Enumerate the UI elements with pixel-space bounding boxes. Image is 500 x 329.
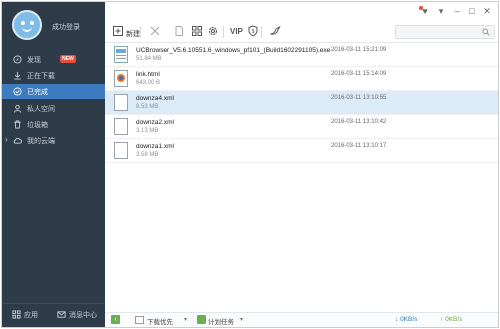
- download-option-icon[interactable]: [135, 316, 144, 324]
- html-file-icon: [114, 70, 128, 87]
- plan-task-label[interactable]: 计划任务: [208, 316, 234, 326]
- app-window: 成功登录 发现 NEW 正在下载 已完成 私人空间 垃圾箱 › 我的云端 应用 …: [1, 1, 499, 328]
- file-name: downza4.xml: [136, 95, 174, 102]
- trash-icon: [14, 120, 21, 129]
- sidebar-item-discover[interactable]: 发现 NEW: [2, 52, 105, 67]
- security-button[interactable]: $: [247, 25, 259, 39]
- sidebar-item-label: 垃圾箱: [27, 122, 48, 129]
- chevron-right-icon[interactable]: ›: [5, 135, 8, 144]
- file-name: downza2.xml: [136, 119, 174, 126]
- download-option-label[interactable]: 下载优先: [147, 316, 173, 326]
- file-row[interactable]: downza2.xml 3.13 MB 2016-03-11 13:10:42: [105, 115, 498, 139]
- close-button[interactable]: ✕: [482, 6, 492, 16]
- delete-button[interactable]: [149, 25, 161, 39]
- sidebar-item-label: 已完成: [27, 89, 48, 96]
- download-icon: [14, 71, 21, 80]
- svg-text:$: $: [252, 29, 255, 35]
- message-icon: [57, 311, 66, 318]
- xml-file-icon: [114, 142, 128, 159]
- file-row[interactable]: downza1.xml 3.58 MB 2016-03-11 13:10:17: [105, 139, 498, 163]
- message-center-label: 消息中心: [69, 312, 97, 319]
- window-controls: ♥ ▾ – □ ✕: [402, 6, 492, 18]
- sidebar-item-label: 发现: [27, 57, 41, 64]
- chevron-down-icon[interactable]: ▾: [184, 316, 187, 323]
- toolbar-divider: [140, 26, 141, 38]
- xml-file-icon: [114, 94, 128, 111]
- sidebar-item-label: 私人空间: [27, 106, 55, 113]
- file-list: UCBrowser_V5.6.10551.6_windows_pf101_(Bu…: [105, 43, 498, 163]
- sidebar-item-completed[interactable]: 已完成: [2, 84, 105, 99]
- compass-icon: [13, 55, 22, 64]
- new-task-button[interactable]: [112, 25, 124, 39]
- sidebar-item-label: 正在下载: [27, 73, 55, 80]
- cloud-icon: [13, 137, 22, 144]
- delete-icon: [150, 26, 160, 36]
- sidebar-item-private[interactable]: 私人空间: [2, 101, 105, 116]
- file-size: 643.00 B: [136, 80, 161, 86]
- menu-icon[interactable]: ▾: [436, 6, 446, 16]
- file-name: UCBrowser_V5.6.10551.6_windows_pf101_(Bu…: [136, 47, 331, 54]
- exe-file-icon: [114, 46, 128, 63]
- file-date: 2016-03-11 13:10:55: [331, 95, 387, 101]
- new-task-label[interactable]: 新建: [126, 29, 140, 39]
- xml-file-icon: [114, 118, 128, 135]
- file-size: 8.53 MB: [136, 104, 159, 110]
- file-row[interactable]: link.html 643.00 B 2016-03-11 15:14:09: [105, 67, 498, 91]
- speedup-button[interactable]: [269, 25, 281, 39]
- avatar[interactable]: [12, 10, 42, 40]
- apps-label: 应用: [24, 312, 38, 319]
- document-icon: [175, 26, 183, 36]
- download-speed-value: 0KB/s: [400, 316, 418, 323]
- sidebar-item-label: 我的云端: [27, 138, 55, 145]
- file-size: 3.58 MB: [136, 152, 159, 158]
- new-file-icon: [113, 26, 123, 36]
- toolbar-divider: [261, 26, 262, 38]
- download-speed: ↓ 0KB/s: [395, 316, 418, 323]
- file-size: 3.13 MB: [136, 128, 159, 134]
- sidebar-item-trash[interactable]: 垃圾箱: [2, 117, 105, 132]
- status-bar: ‹ 下载优先 ▾ 计划任务 ▾ ↓ 0KB/s ↑ 0KB/s: [105, 312, 498, 327]
- upload-speed: ↑ 0KB/s: [440, 316, 463, 323]
- bird-icon: [270, 25, 281, 35]
- open-file-button[interactable]: [173, 25, 185, 39]
- apps-icon: [12, 310, 21, 319]
- upload-speed-value: 0KB/s: [445, 316, 463, 323]
- toolbar-divider: [223, 26, 224, 38]
- shield-icon: $: [248, 25, 258, 37]
- person-icon: [13, 104, 22, 113]
- new-badge: NEW: [60, 55, 76, 63]
- search-icon[interactable]: [482, 28, 490, 36]
- toolbar: 新建 VIP $: [105, 21, 498, 43]
- gear-icon: [208, 26, 218, 36]
- sidebar-footer: 应用 消息中心: [2, 303, 105, 327]
- file-size: 51.84 MB: [136, 56, 162, 62]
- file-date: 2016-03-11 13:10:42: [331, 119, 387, 125]
- minimize-button[interactable]: –: [452, 6, 462, 16]
- check-circle-icon: [13, 87, 22, 96]
- view-grid-button[interactable]: [191, 25, 203, 39]
- sidebar-item-cloud[interactable]: › 我的云端: [2, 133, 105, 148]
- heart-icon[interactable]: ♥: [420, 6, 430, 16]
- file-name: link.html: [136, 71, 160, 78]
- file-date: 2016-03-11 13:10:17: [331, 143, 387, 149]
- file-name: downza1.xml: [136, 143, 174, 150]
- vip-button[interactable]: VIP: [230, 27, 243, 41]
- file-row[interactable]: downza4.xml 8.53 MB 2016-03-11 13:10:55: [105, 91, 498, 115]
- username[interactable]: 成功登录: [52, 22, 80, 32]
- file-date: 2016-03-11 15:14:09: [331, 71, 387, 77]
- sidebar: 成功登录 发现 NEW 正在下载 已完成 私人空间 垃圾箱 › 我的云端 应用 …: [2, 2, 105, 327]
- plan-task-icon[interactable]: [197, 315, 206, 324]
- file-date: 2016-03-11 15:21:09: [331, 47, 387, 53]
- chevron-down-icon[interactable]: ▾: [240, 316, 243, 323]
- back-icon[interactable]: ‹: [111, 315, 120, 324]
- file-row[interactable]: UCBrowser_V5.6.10551.6_windows_pf101_(Bu…: [105, 43, 498, 67]
- maximize-button[interactable]: □: [467, 6, 477, 16]
- search-input[interactable]: [395, 25, 495, 39]
- grid-icon: [192, 26, 202, 36]
- settings-button[interactable]: [207, 25, 219, 39]
- sidebar-item-downloading[interactable]: 正在下载: [2, 68, 105, 83]
